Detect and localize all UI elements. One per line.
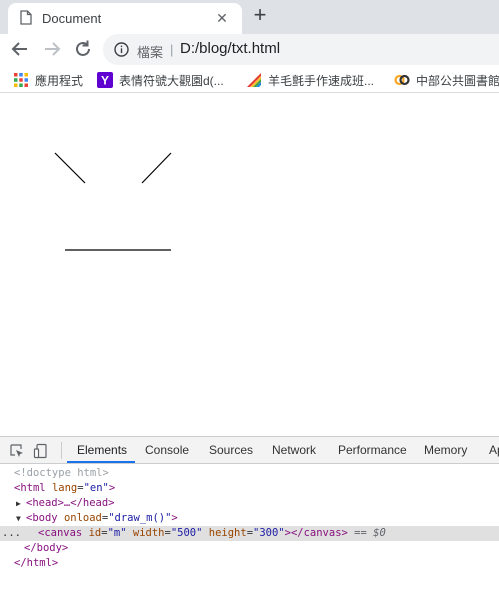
tab-strip: Document ✕ +	[0, 0, 499, 34]
bookmark-label: 羊毛氈手作速成班...	[268, 73, 375, 88]
url-scheme-label: 檔案	[137, 45, 164, 60]
yahoo-icon: Y	[97, 72, 113, 88]
tab-performance[interactable]: Performance	[338, 443, 407, 457]
tab-elements[interactable]: Elements	[77, 443, 127, 457]
arrow-left-icon[interactable]	[9, 37, 31, 61]
browser-toolbar: 檔案 | D:/blog/txt.html	[0, 34, 499, 65]
toolbar-divider	[61, 442, 62, 459]
more-actions-dots[interactable]: ...	[2, 526, 21, 541]
dom-node-doctype[interactable]: <!doctype html>	[0, 466, 499, 481]
tab-title: Document	[42, 11, 102, 26]
bookmark-felt[interactable]: 羊毛氈手作速成班...	[246, 71, 374, 89]
chain-icon	[394, 74, 410, 86]
reload-icon[interactable]	[72, 37, 94, 61]
dom-node-html-close[interactable]: </html>	[0, 556, 499, 571]
info-icon[interactable]	[114, 42, 129, 57]
bookmarks-bar: 應用程式 Y 表情符號大觀園d(... 羊毛氈手作速成班... 中部公共圖書館	[0, 65, 499, 93]
dom-node-head[interactable]: ▶ <head>…</head>	[0, 496, 499, 511]
rainbow-icon	[247, 73, 261, 87]
page-viewport	[0, 94, 499, 436]
dom-node-canvas-selected[interactable]: ... <canvas id="m" width="500" height="30…	[0, 526, 499, 541]
close-icon[interactable]: ✕	[213, 9, 231, 27]
tab-sources[interactable]: Sources	[209, 443, 253, 457]
tab-network[interactable]: Network	[272, 443, 316, 457]
tab-console[interactable]: Console	[145, 443, 189, 457]
svg-text:Y: Y	[101, 74, 109, 88]
cursor-select-icon[interactable]	[9, 443, 25, 459]
plus-icon[interactable]: +	[249, 4, 271, 28]
device-toggle-icon[interactable]	[33, 443, 49, 459]
dom-node-body[interactable]: ▼ <body onload="draw_m()">	[0, 511, 499, 526]
canvas-stroke-right-eye	[141, 152, 172, 184]
bookmark-label: 表情符號大觀園d(...	[119, 73, 224, 88]
browser-tab[interactable]: Document ✕	[8, 3, 242, 34]
collapse-triangle-icon[interactable]: ▼	[16, 511, 26, 526]
active-tab-indicator	[67, 461, 135, 463]
url-separator: |	[170, 42, 174, 57]
arrow-right-icon[interactable]	[41, 37, 63, 61]
url-text[interactable]: D:/blog/txt.html	[180, 40, 280, 57]
address-bar[interactable]: 檔案 | D:/blog/txt.html	[103, 34, 499, 65]
canvas-m	[54, 152, 172, 251]
expand-triangle-icon[interactable]: ▶	[16, 496, 26, 511]
canvas-stroke-left-eye	[54, 152, 86, 184]
devtools-tabbar: Elements Console Sources Network Perform…	[0, 437, 499, 464]
dom-node-html[interactable]: <html lang="en">	[0, 481, 499, 496]
apps-grid-icon	[14, 73, 28, 87]
selected-ref: == $0	[354, 527, 386, 539]
bookmark-emoji[interactable]: Y 表情符號大觀園d(...	[97, 71, 224, 89]
document-icon	[20, 10, 32, 25]
bookmark-apps[interactable]: 應用程式	[13, 71, 83, 89]
bookmark-label: 應用程式	[35, 73, 84, 88]
devtools-panel: Elements Console Sources Network Perform…	[0, 436, 499, 600]
dom-node-body-close[interactable]: </body>	[0, 541, 499, 556]
bookmark-library[interactable]: 中部公共圖書館	[394, 71, 499, 89]
tab-memory[interactable]: Memory	[424, 443, 467, 457]
bookmark-label: 中部公共圖書館	[416, 73, 499, 88]
tab-application[interactable]: Ap	[489, 443, 499, 457]
